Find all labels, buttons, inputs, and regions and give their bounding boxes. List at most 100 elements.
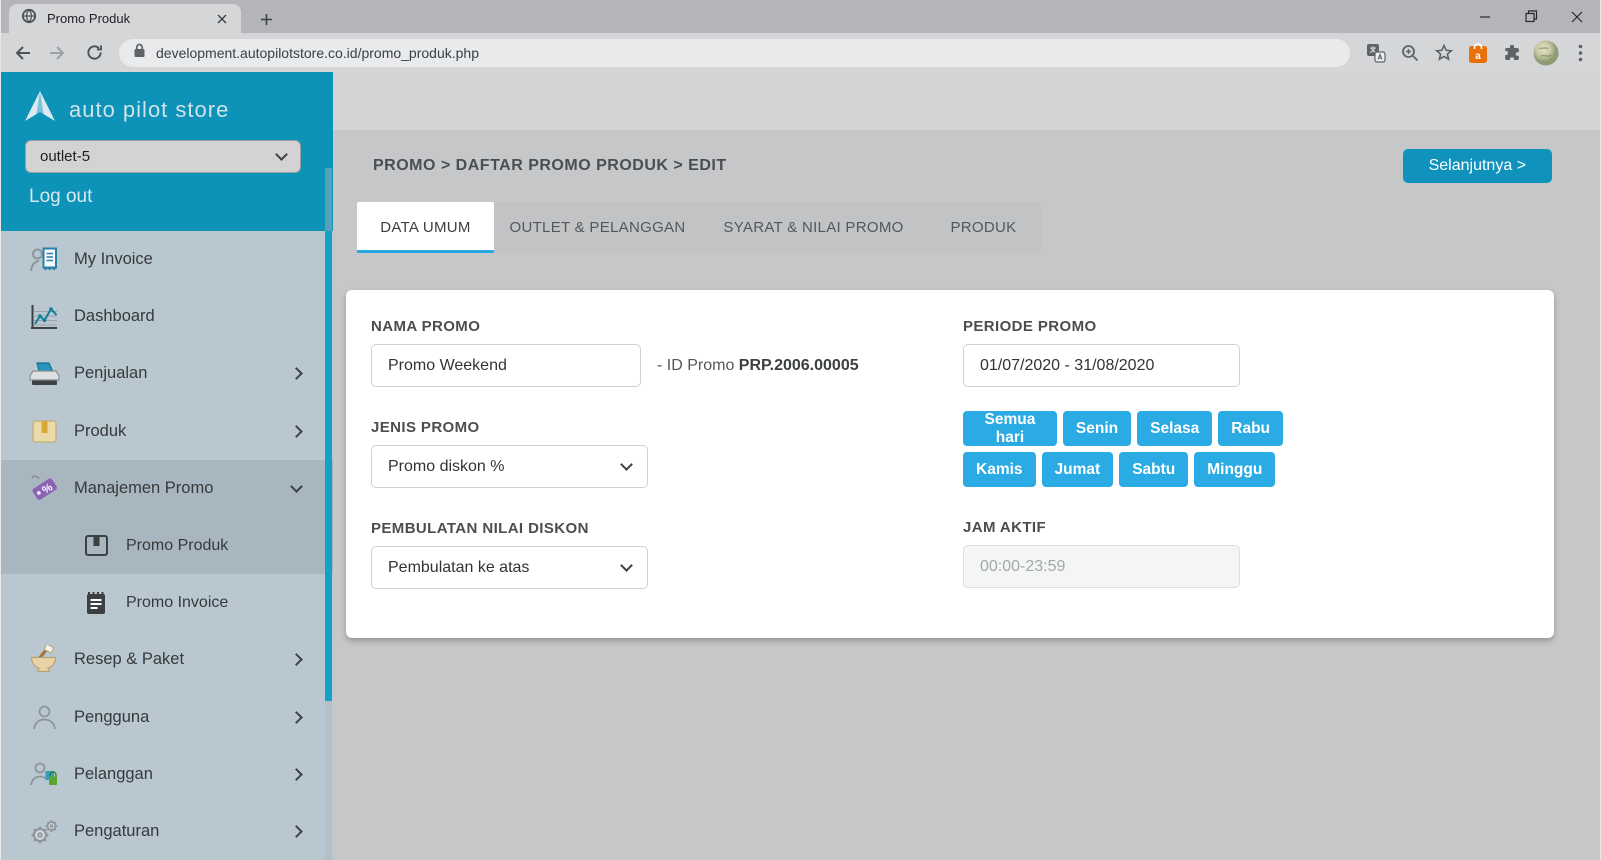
outlet-select[interactable]: outlet-5: [25, 140, 301, 173]
tab-syarat-nilai-promo[interactable]: SYARAT & NILAI PROMO: [701, 202, 926, 253]
url-text: development.autopilotstore.co.id/promo_p…: [156, 45, 479, 61]
pelanggan-icon: [27, 761, 61, 788]
sidebar-item-label: Dashboard: [74, 307, 155, 326]
sidebar-item-label: Promo Invoice: [126, 594, 228, 612]
brand-text: auto pilot store: [69, 97, 229, 123]
sidebar-item-promo-invoice[interactable]: Promo Invoice: [1, 574, 333, 631]
jam-aktif-label: JAM AKTIF: [963, 519, 1523, 536]
tab-bar: DATA UMUM OUTLET & PELANGGAN SYARAT & NI…: [357, 202, 1041, 253]
sidebar-item-produk[interactable]: Produk: [1, 403, 333, 460]
sidebar: auto pilot store outlet-5 Log out My Inv…: [1, 72, 333, 860]
tab-outlet-pelanggan[interactable]: OUTLET & PELANGGAN: [494, 202, 701, 253]
produk-icon: [27, 418, 61, 445]
content-top-strip: [333, 72, 1600, 130]
sidebar-item-label: Pengguna: [74, 708, 149, 727]
main-content: PROMO > DAFTAR PROMO PRODUK > EDIT Selan…: [333, 72, 1600, 860]
chevron-down-icon: [620, 458, 633, 471]
tab-close-icon[interactable]: [213, 10, 231, 28]
pengaturan-icon: [27, 818, 61, 845]
new-tab-icon[interactable]: [253, 8, 279, 30]
sidebar-item-label: My Invoice: [74, 250, 153, 269]
pembulatan-select[interactable]: Pembulatan ke atas: [371, 546, 648, 589]
jenis-promo-label: JENIS PROMO: [371, 419, 931, 436]
form-card: NAMA PROMO - ID Promo PRP.2006.00005 JEN…: [346, 290, 1554, 638]
sidebar-item-label: Pengaturan: [74, 822, 159, 841]
id-promo-text: - ID Promo PRP.2006.00005: [657, 357, 859, 375]
chevron-right-icon: [290, 825, 303, 838]
shopping-extension-icon[interactable]: a: [1464, 39, 1492, 67]
sidebar-item-label: Resep & Paket: [74, 650, 184, 669]
day-button-semua-hari[interactable]: Semua hari: [963, 411, 1057, 446]
periode-promo-input[interactable]: [963, 344, 1240, 387]
day-button-sabtu[interactable]: Sabtu: [1119, 452, 1188, 487]
translate-icon[interactable]: [1362, 39, 1390, 67]
extensions-puzzle-icon[interactable]: [1498, 39, 1526, 67]
browser-window: Promo Produk: [0, 0, 1601, 860]
sidebar-item-pengaturan[interactable]: Pengaturan: [1, 803, 333, 860]
url-bar[interactable]: development.autopilotstore.co.id/promo_p…: [119, 39, 1350, 67]
close-icon[interactable]: [1554, 0, 1600, 33]
paper-plane-logo-icon: [21, 90, 59, 129]
browser-titlebar: Promo Produk: [1, 0, 1600, 33]
dashboard-icon: [27, 303, 61, 330]
manajemen-promo-icon: %: [27, 474, 61, 502]
browser-tab[interactable]: Promo Produk: [9, 4, 241, 33]
day-button-kamis[interactable]: Kamis: [963, 452, 1036, 487]
promo-produk-icon: [79, 532, 113, 559]
nama-promo-input[interactable]: [371, 344, 641, 387]
day-buttons: Semua hari Senin Selasa Rabu Kamis Jumat…: [963, 411, 1283, 487]
resep-paket-icon: [27, 645, 61, 674]
penjualan-icon: [27, 360, 61, 387]
sidebar-item-pelanggan[interactable]: Pelanggan: [1, 746, 333, 803]
sidebar-scrollbar-thumb[interactable]: [325, 231, 332, 701]
zoom-in-icon[interactable]: [1396, 39, 1424, 67]
bookmark-star-icon[interactable]: [1430, 39, 1458, 67]
chevron-down-icon: [620, 559, 633, 572]
forward-icon[interactable]: [43, 38, 73, 68]
browser-toolbar: development.autopilotstore.co.id/promo_p…: [1, 33, 1600, 72]
reload-icon[interactable]: [79, 38, 109, 68]
sidebar-item-resep-paket[interactable]: Resep & Paket: [1, 631, 333, 688]
minimize-icon[interactable]: [1462, 0, 1508, 33]
periode-promo-label: PERIODE PROMO: [963, 318, 1523, 335]
chevron-right-icon: [290, 425, 303, 438]
breadcrumb: PROMO > DAFTAR PROMO PRODUK > EDIT: [373, 157, 727, 175]
back-icon[interactable]: [7, 38, 37, 68]
restore-icon[interactable]: [1508, 0, 1554, 33]
day-button-selasa[interactable]: Selasa: [1137, 411, 1212, 446]
nama-promo-label: NAMA PROMO: [371, 318, 931, 335]
sidebar-item-penjualan[interactable]: Penjualan: [1, 345, 333, 402]
chevron-right-icon: [290, 654, 303, 667]
lock-icon: [133, 43, 146, 63]
sidebar-item-pengguna[interactable]: Pengguna: [1, 689, 333, 746]
day-button-rabu[interactable]: Rabu: [1218, 411, 1283, 446]
chevron-down-icon: [290, 480, 303, 493]
menu-dots-icon[interactable]: [1566, 39, 1594, 67]
sidebar-item-label: Manajemen Promo: [74, 479, 213, 498]
sidebar-item-dashboard[interactable]: Dashboard: [1, 288, 333, 345]
chevron-down-icon: [275, 148, 288, 161]
day-button-jumat[interactable]: Jumat: [1042, 452, 1114, 487]
id-promo-value: PRP.2006.00005: [739, 357, 859, 374]
outlet-select-value: outlet-5: [40, 148, 277, 165]
my-invoice-icon: [27, 246, 61, 273]
chevron-right-icon: [290, 368, 303, 381]
jam-aktif-input[interactable]: [963, 545, 1240, 588]
pembulatan-label: PEMBULATAN NILAI DISKON: [371, 520, 931, 537]
sidebar-item-my-invoice[interactable]: My Invoice: [1, 231, 333, 288]
sidebar-item-manajemen-promo[interactable]: % Manajemen Promo: [1, 460, 333, 517]
svg-text:a: a: [1475, 51, 1481, 62]
jenis-promo-select[interactable]: Promo diskon %: [371, 445, 648, 488]
globe-favicon-icon: [21, 8, 37, 29]
sidebar-item-label: Pelanggan: [74, 765, 153, 784]
day-button-senin[interactable]: Senin: [1063, 411, 1131, 446]
sidebar-item-promo-produk[interactable]: Promo Produk: [1, 517, 333, 574]
tab-produk[interactable]: PRODUK: [926, 202, 1041, 253]
logout-link[interactable]: Log out: [29, 186, 92, 208]
sidebar-item-label: Promo Produk: [126, 537, 228, 555]
tab-data-umum[interactable]: DATA UMUM: [357, 202, 494, 253]
profile-avatar[interactable]: [1532, 39, 1560, 67]
day-button-minggu[interactable]: Minggu: [1194, 452, 1275, 487]
brand: auto pilot store: [1, 72, 333, 129]
next-button[interactable]: Selanjutnya >: [1403, 149, 1552, 183]
